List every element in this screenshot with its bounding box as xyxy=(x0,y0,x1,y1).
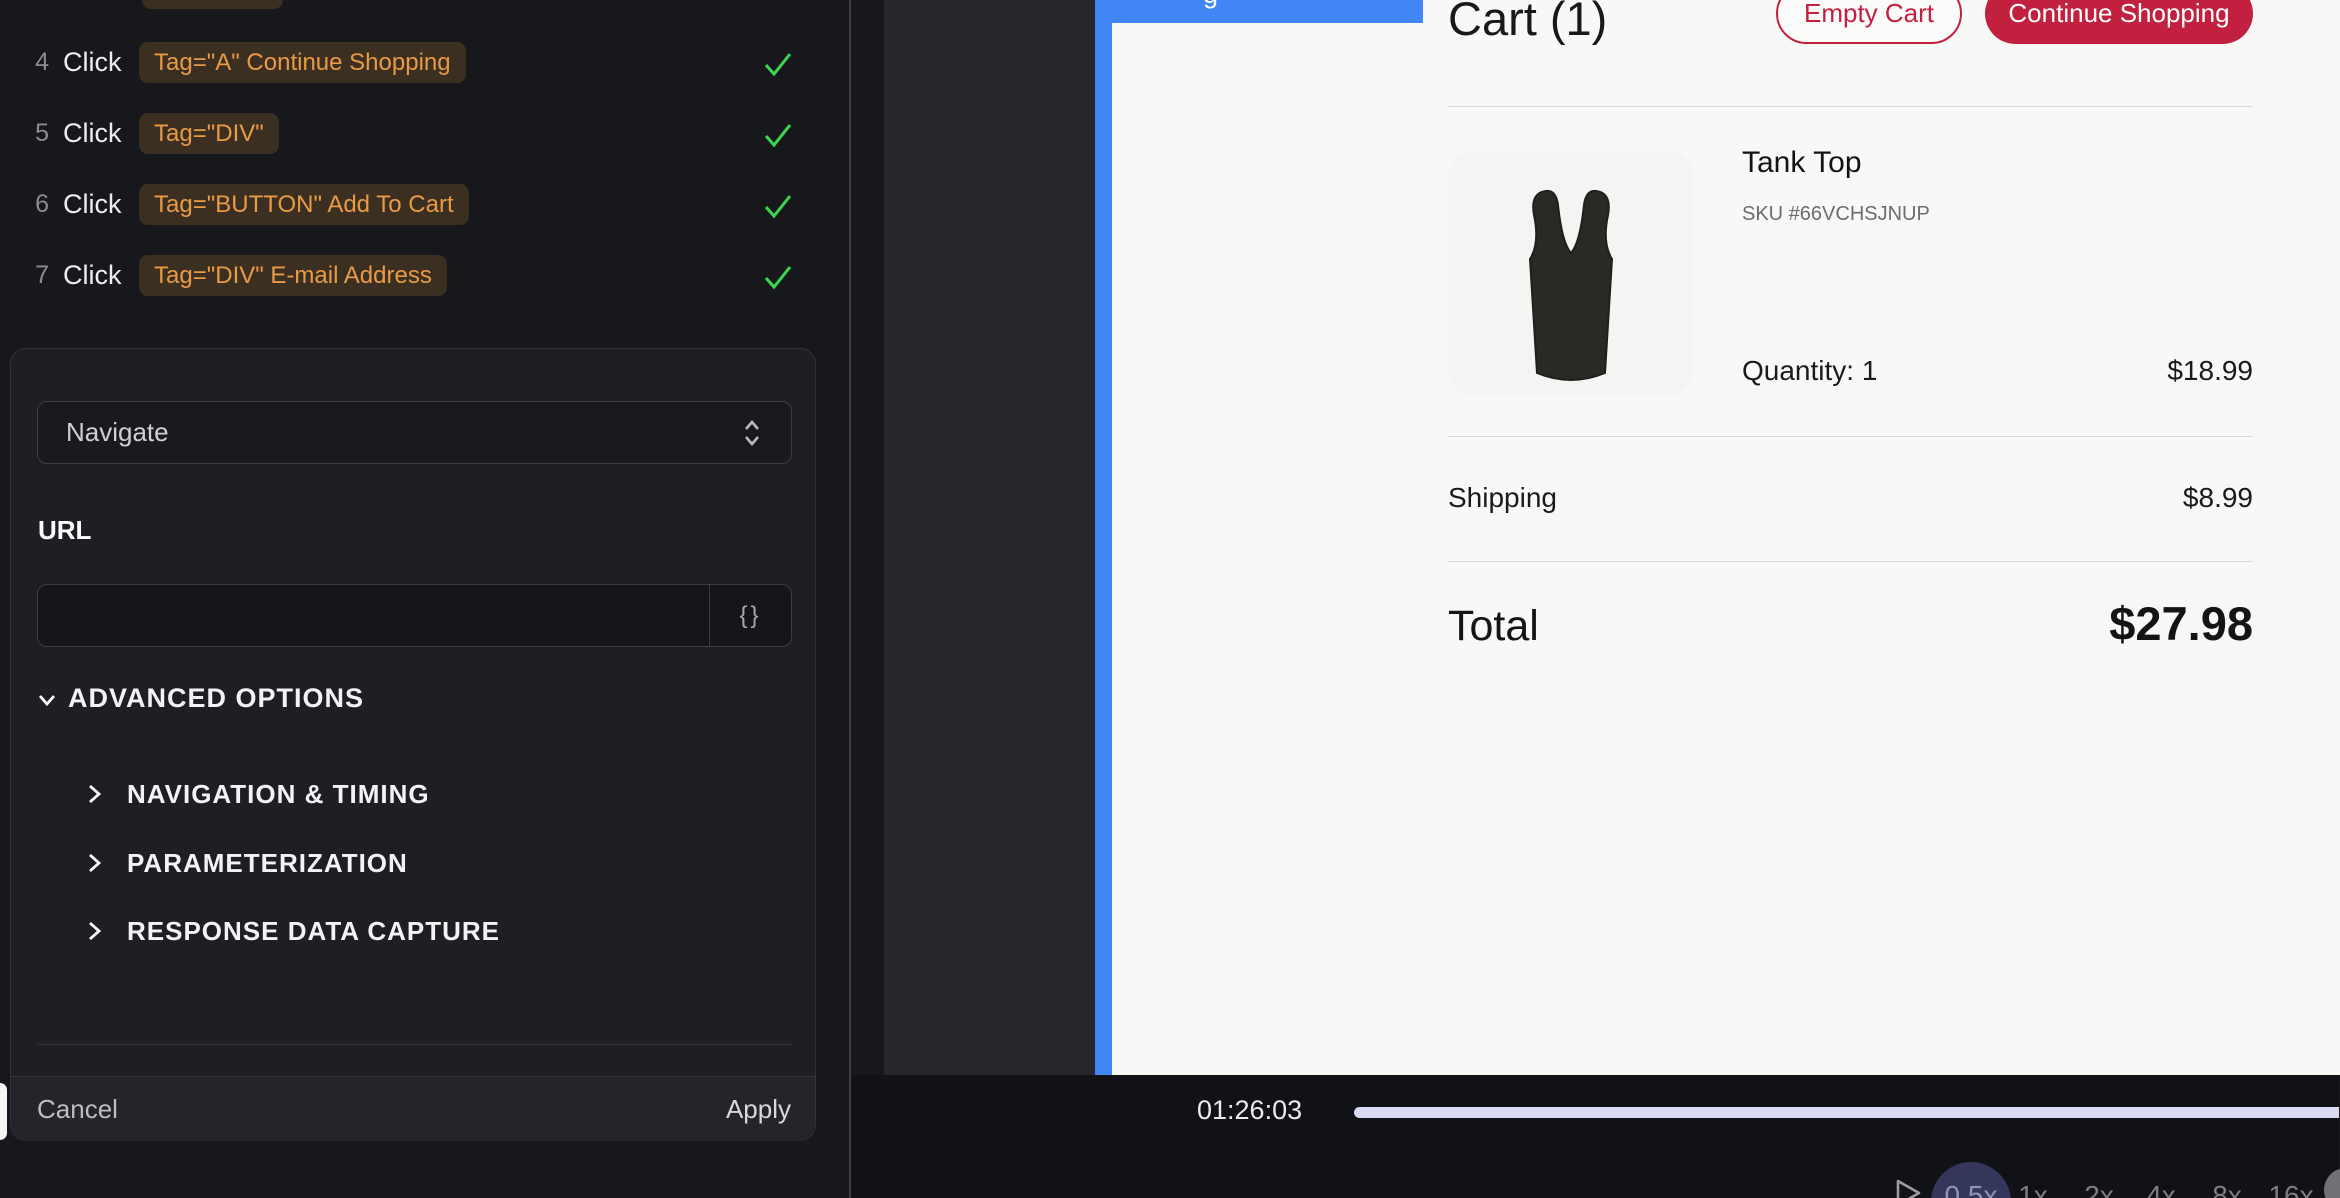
step-number: 4 xyxy=(19,42,49,83)
panel-divider xyxy=(37,1044,792,1045)
edge-handle-partial[interactable] xyxy=(0,1083,7,1140)
product-quantity: Quantity: 1 xyxy=(1742,355,1877,387)
chevron-down-icon xyxy=(35,688,59,712)
step-action-label: Click xyxy=(63,184,122,225)
chevron-right-icon xyxy=(83,851,105,875)
app-root: g 4 Click Tag="A" Continue Shopping 5 Cl… xyxy=(0,0,2340,1198)
step-action-label: Click xyxy=(63,255,122,296)
step-row-7[interactable]: 7 Click Tag="DIV" E-mail Address xyxy=(0,255,851,296)
product-price: $18.99 xyxy=(2053,355,2253,387)
play-icon[interactable] xyxy=(1893,1178,1923,1198)
step-action-label: Click xyxy=(63,42,122,83)
step-row-5[interactable]: 5 Click Tag="DIV" xyxy=(0,113,851,154)
shipping-price: $8.99 xyxy=(2053,482,2253,514)
recorded-page-frame: Cart (1) Empty Cart Continue Shopping Ta… xyxy=(1112,0,2340,1075)
check-icon xyxy=(762,49,794,79)
video-replay-region: Cart (1) Empty Cart Continue Shopping Ta… xyxy=(851,0,2340,1198)
check-icon xyxy=(762,191,794,221)
action-type-value: Navigate xyxy=(66,402,169,463)
element-highlight-bar: g xyxy=(1095,0,1423,23)
divider xyxy=(1448,561,2253,562)
video-viewport: Cart (1) Empty Cart Continue Shopping Ta… xyxy=(884,0,2340,1075)
section-label: RESPONSE DATA CAPTURE xyxy=(127,916,500,947)
step-3-selector-badge-partial: g xyxy=(142,0,283,9)
playback-progress-bar[interactable] xyxy=(1354,1107,2339,1118)
product-name: Tank Top xyxy=(1742,146,1862,180)
step-selector-badge[interactable]: Tag="DIV" E-mail Address xyxy=(139,255,447,296)
step-number: 5 xyxy=(19,113,49,154)
url-field-label: URL xyxy=(38,515,91,546)
url-field-wrap: {} xyxy=(37,584,792,647)
apply-button[interactable]: Apply xyxy=(726,1077,791,1142)
action-type-select[interactable]: Navigate xyxy=(37,401,792,464)
cart-page-title: Cart (1) xyxy=(1448,0,1607,46)
playback-timestamp: 01:26:03 xyxy=(1197,1095,1302,1126)
panel-footer: Cancel Apply xyxy=(11,1076,815,1141)
step-number: 7 xyxy=(19,255,49,296)
section-label: PARAMETERIZATION xyxy=(127,848,408,879)
check-icon xyxy=(762,120,794,150)
selector-badge-fragment: g xyxy=(182,0,195,2)
element-highlight-stripe xyxy=(1095,0,1112,1075)
step-row-6[interactable]: 6 Click Tag="BUTTON" Add To Cart xyxy=(0,184,851,225)
section-label: NAVIGATION & TIMING xyxy=(127,779,430,810)
step-row-4[interactable]: 4 Click Tag="A" Continue Shopping xyxy=(0,42,851,83)
step-selector-badge[interactable]: Tag="A" Continue Shopping xyxy=(139,42,466,83)
product-image xyxy=(1448,151,1693,396)
continue-shopping-button[interactable]: Continue Shopping xyxy=(1985,0,2253,44)
speed-option-16x[interactable]: 16x xyxy=(2251,1180,2331,1198)
url-input[interactable] xyxy=(38,585,709,646)
empty-cart-button[interactable]: Empty Cart xyxy=(1776,0,1962,44)
cancel-button[interactable]: Cancel xyxy=(37,1077,118,1142)
step-number: 6 xyxy=(19,184,49,225)
chevron-right-icon xyxy=(83,782,105,806)
check-icon xyxy=(762,262,794,292)
total-label: Total xyxy=(1448,602,1539,651)
step-selector-badge[interactable]: Tag="BUTTON" Add To Cart xyxy=(139,184,469,225)
tank-top-image xyxy=(1448,151,1693,396)
step-editor-panel: Navigate URL {} ADVANCED OPTIONS NA xyxy=(10,348,816,1141)
steps-sidebar: g 4 Click Tag="A" Continue Shopping 5 Cl… xyxy=(0,0,851,1198)
highlight-text-fragment: g xyxy=(1203,0,1218,10)
step-selector-badge[interactable]: Tag="DIV" xyxy=(139,113,279,154)
advanced-options-label: ADVANCED OPTIONS xyxy=(68,683,364,714)
player-control-circle-partial[interactable] xyxy=(2324,1168,2340,1198)
divider xyxy=(1448,106,2253,107)
shipping-label: Shipping xyxy=(1448,482,1557,514)
chevron-right-icon xyxy=(83,919,105,943)
product-sku: SKU #66VCHSJNUP xyxy=(1742,203,1930,226)
total-price: $27.98 xyxy=(1953,596,2253,651)
chevron-up-down-icon xyxy=(737,417,767,449)
player-bar: 01:26:03 0.5x 1x 2x 4x 8x 16x xyxy=(851,1075,2339,1198)
divider xyxy=(1448,436,2253,437)
step-action-label: Click xyxy=(63,113,122,154)
insert-variable-button[interactable]: {} xyxy=(709,585,791,646)
